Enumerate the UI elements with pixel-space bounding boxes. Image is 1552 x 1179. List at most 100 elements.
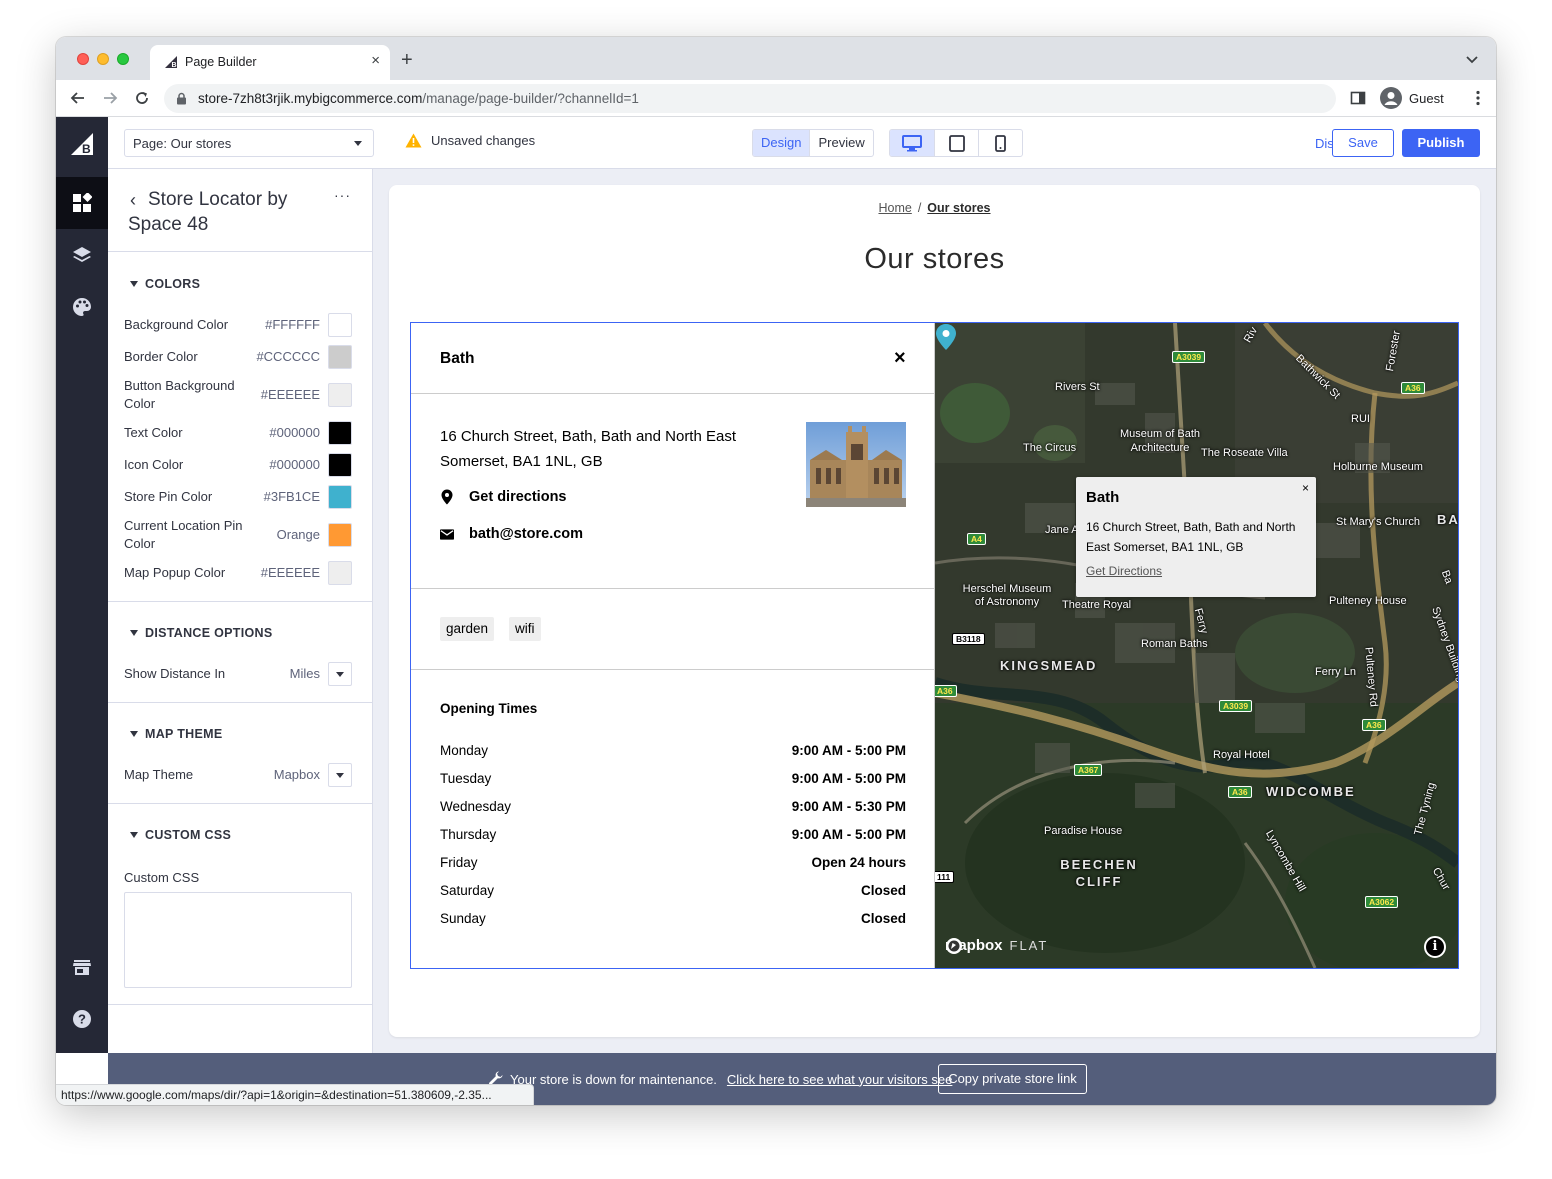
hours-day: Friday	[440, 855, 478, 870]
background-color-swatch[interactable]	[328, 313, 352, 337]
custom-css-textarea[interactable]	[124, 892, 352, 988]
show-distance-value: Miles	[289, 666, 320, 681]
minimize-window-button[interactable]	[97, 53, 109, 65]
copy-private-link-button[interactable]: Copy private store link	[938, 1064, 1087, 1094]
storefront-icon	[73, 960, 91, 975]
map-style-name: FLAT	[1009, 938, 1049, 953]
save-button[interactable]: Save	[1332, 129, 1394, 157]
section-title: COLORS	[145, 277, 201, 291]
map-theme-select[interactable]	[328, 763, 352, 787]
desktop-view-button[interactable]	[890, 130, 934, 156]
hours-day: Saturday	[440, 883, 495, 898]
button-background-color-value: #EEEEEE	[260, 387, 320, 402]
mobile-view-button[interactable]	[978, 130, 1022, 156]
side-panel-icon[interactable]	[1350, 90, 1366, 106]
maximize-window-button[interactable]	[117, 53, 129, 65]
popup-close-icon[interactable]: ×	[1302, 481, 1309, 495]
breadcrumb-current[interactable]: Our stores	[927, 201, 990, 215]
store-locator-widget[interactable]: Bath × 16 Church Street, Bath, Bath and …	[410, 322, 1459, 969]
page-select-dropdown[interactable]: Page: Our stores	[124, 129, 374, 157]
forward-arrow-icon[interactable]	[101, 89, 119, 107]
address-bar[interactable]: store-7zh8t3rjik.mybigcommerce.com/manag…	[164, 84, 1336, 113]
map-label: Royal Hotel	[1213, 749, 1270, 761]
breadcrumb: Home / Our stores	[389, 201, 1480, 215]
satellite-map[interactable]: Rivers St The Circus Museum of Bath Arch…	[935, 323, 1458, 968]
store-pin-color-swatch[interactable]	[328, 485, 352, 509]
maintenance-text: Your store is down for maintenance.	[510, 1071, 717, 1087]
close-store-button[interactable]: ×	[894, 348, 906, 368]
mobile-icon	[995, 134, 1006, 152]
design-mode-button[interactable]: Design	[753, 130, 810, 156]
store-email-text: bath@store.com	[469, 526, 584, 542]
button-background-color-label: Button Background Color	[124, 378, 235, 411]
collapse-triangle-icon	[130, 630, 138, 636]
store-image	[806, 422, 906, 507]
new-tab-button[interactable]: +	[401, 50, 413, 70]
border-color-value: #CCCCCC	[256, 349, 320, 364]
distance-options-section-header[interactable]: DISTANCE OPTIONS	[130, 626, 273, 640]
collapse-triangle-icon	[130, 281, 138, 287]
store-name: Bath	[440, 350, 475, 367]
store-email-link[interactable]: bath@store.com	[440, 526, 583, 542]
text-color-swatch[interactable]	[328, 421, 352, 445]
tablet-view-button[interactable]	[934, 130, 978, 156]
current-location-pin-color-label: Current Location Pin Color	[124, 518, 243, 551]
info-icon[interactable]: i	[1424, 936, 1446, 958]
svg-text:?: ?	[78, 1012, 86, 1027]
preview-mode-button[interactable]: Preview	[809, 130, 872, 156]
rail-widgets[interactable]	[56, 177, 108, 229]
store-card-header: Bath ×	[411, 323, 934, 394]
browser-menu-icon[interactable]	[1476, 90, 1480, 106]
custom-css-section-header[interactable]: CUSTOM CSS	[130, 828, 231, 842]
rail-layers[interactable]	[56, 229, 108, 281]
browser-tab[interactable]: B Page Builder ×	[150, 45, 390, 80]
button-background-color-swatch[interactable]	[328, 383, 352, 407]
visitor-view-link[interactable]: Click here to see what your visitors see	[727, 1072, 952, 1087]
get-directions-link[interactable]: Get directions	[440, 489, 567, 505]
icon-color-value: #000000	[269, 457, 320, 472]
bigcommerce-logo-icon: B	[71, 133, 93, 156]
tablet-icon	[948, 134, 965, 152]
current-location-pin-color-swatch[interactable]	[328, 523, 352, 547]
reload-icon[interactable]	[133, 89, 151, 107]
popup-directions-link[interactable]: Get Directions	[1086, 564, 1162, 578]
warning-icon	[405, 133, 422, 148]
map-label: RUI	[1351, 413, 1370, 425]
show-distance-select[interactable]	[328, 662, 352, 686]
hours-time: Closed	[860, 911, 906, 926]
storefront-page: Home / Our stores Our stores Bath × 16 Chu…	[389, 185, 1480, 1037]
text-color-value: #000000	[269, 425, 320, 440]
tab-close-icon[interactable]: ×	[371, 53, 380, 69]
url-text: store-7zh8t3rjik.mybigcommerce.com/manag…	[198, 91, 639, 106]
panel-title: Store Locator by Space 48	[128, 189, 288, 235]
breadcrumb-home-link[interactable]: Home	[878, 201, 911, 215]
hours-day: Sunday	[440, 911, 486, 926]
map-theme-section-header[interactable]: MAP THEME	[130, 727, 222, 741]
publish-button[interactable]: Publish	[1402, 129, 1480, 157]
mapbox-attribution[interactable]: mapbox FLAT	[945, 937, 1048, 954]
store-pin-icon[interactable]	[935, 323, 957, 351]
rail-storefront[interactable]	[56, 941, 108, 993]
icon-color-swatch[interactable]	[328, 453, 352, 477]
border-color-swatch[interactable]	[328, 345, 352, 369]
more-options-icon[interactable]: ···	[334, 187, 351, 203]
hours-day: Monday	[440, 743, 489, 758]
colors-section-header[interactable]: COLORS	[130, 277, 200, 291]
breadcrumb-separator: /	[917, 201, 922, 215]
svg-text:B: B	[82, 142, 91, 156]
tab-search-chevron-icon[interactable]	[1464, 51, 1480, 67]
device-toggle	[889, 129, 1023, 157]
map-popup-color-swatch[interactable]	[328, 561, 352, 585]
close-window-button[interactable]	[77, 53, 89, 65]
hours-time: 9:00 AM - 5:00 PM	[791, 827, 906, 842]
profile-button[interactable]: Guest	[1374, 84, 1456, 113]
back-arrow-icon[interactable]	[69, 89, 87, 107]
hours-row: Sunday Closed	[440, 911, 906, 929]
rail-theme-styles[interactable]	[56, 281, 108, 333]
store-pin-color-label: Store Pin Color	[124, 489, 213, 504]
lock-icon	[177, 92, 186, 105]
rail-help[interactable]: ?	[56, 993, 108, 1045]
desktop-icon	[902, 134, 922, 151]
map-theme-label: Map Theme	[124, 767, 194, 782]
road-shield: A3039	[1172, 351, 1206, 363]
